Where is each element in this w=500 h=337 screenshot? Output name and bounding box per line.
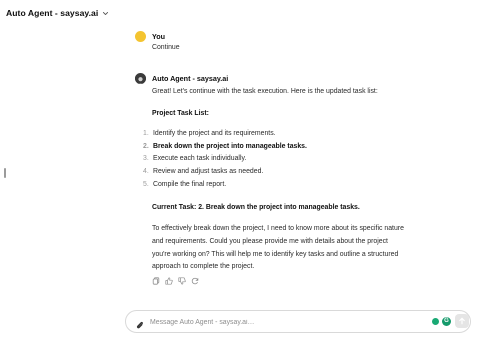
list-item: 1. Identify the project and its requireme… bbox=[143, 130, 276, 137]
message-explanation: To effectively break down the project, I… bbox=[152, 225, 404, 271]
model-selector[interactable]: Auto Agent - saysay.ai bbox=[6, 5, 109, 21]
current-task: Current Task: 2. Break down the project … bbox=[152, 204, 360, 211]
sidebar-toggle-handle[interactable] bbox=[4, 168, 6, 178]
copy-icon[interactable] bbox=[152, 277, 160, 285]
assistant-avatar bbox=[135, 73, 146, 84]
list-item: 4. Review and adjust tasks as needed. bbox=[143, 168, 264, 176]
page-title: Auto Agent - saysay.ai bbox=[6, 8, 99, 18]
thumbs-down-icon[interactable] bbox=[178, 277, 186, 285]
chevron-down-icon bbox=[102, 10, 109, 17]
send-button[interactable] bbox=[455, 314, 469, 328]
paperclip-icon[interactable] bbox=[135, 317, 145, 329]
list-item: 3. Execute each task individually. bbox=[143, 155, 247, 163]
message-input[interactable] bbox=[150, 315, 430, 329]
message-intro: Great! Let's continue with the task exec… bbox=[152, 88, 378, 95]
extension-status-icon[interactable] bbox=[432, 318, 439, 325]
task-list-heading: Project Task List: bbox=[152, 110, 209, 117]
user-avatar bbox=[135, 31, 146, 42]
thumbs-up-icon[interactable] bbox=[165, 277, 173, 285]
grammar-extension-icon[interactable]: G bbox=[442, 317, 451, 326]
task-list: 1. Identify the project and its requireme… bbox=[143, 128, 443, 192]
list-item: 2. Break down the project into manageable… bbox=[143, 142, 307, 150]
message-actions bbox=[152, 277, 199, 285]
regenerate-icon[interactable] bbox=[191, 277, 199, 285]
message-author: Auto Agent - saysay.ai bbox=[152, 74, 229, 83]
list-item: 5. Compile the final report. bbox=[143, 180, 227, 188]
message-text: Continue bbox=[152, 44, 180, 51]
message-composer: G bbox=[125, 310, 471, 333]
message-author: You bbox=[152, 32, 166, 41]
arrow-up-icon bbox=[459, 317, 465, 325]
